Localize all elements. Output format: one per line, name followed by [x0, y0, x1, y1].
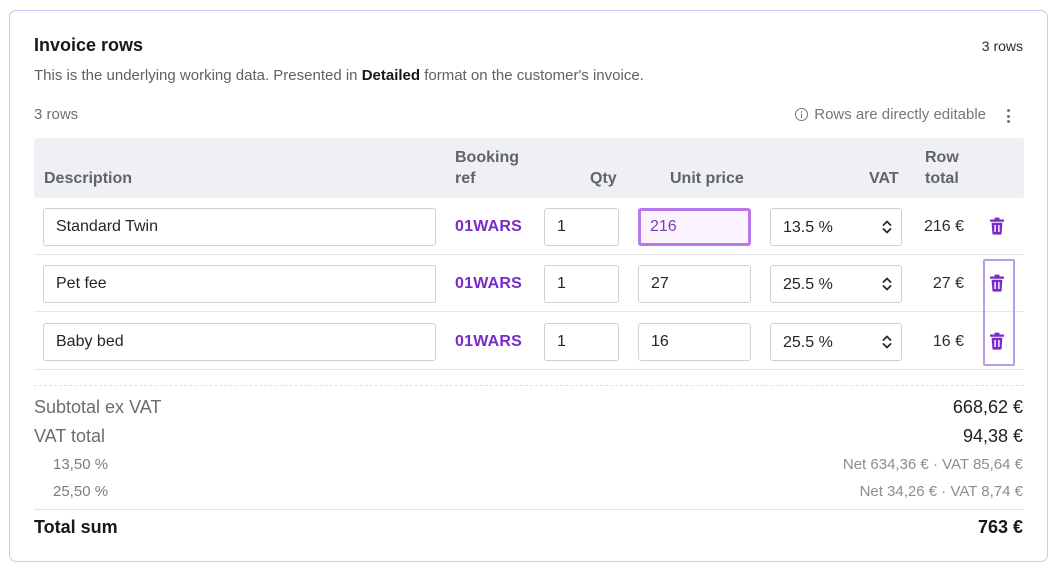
subtitle-text-before: This is the underlying working data. Pre…: [34, 67, 362, 84]
panel-title: Invoice rows: [34, 35, 144, 55]
summary-divider: [34, 385, 1024, 386]
chevron-updown-icon: [882, 220, 892, 234]
trash-icon[interactable]: [989, 274, 1005, 292]
vat-rate-label: 25,50 %: [53, 483, 109, 500]
unit-price-input[interactable]: [638, 323, 751, 361]
trash-icon[interactable]: [989, 217, 1005, 235]
row-total-value: 16 €: [932, 333, 964, 350]
vat-rate-detail: Net 634,36 € · VAT 85,64 €: [842, 456, 1023, 473]
description-input[interactable]: [43, 208, 436, 246]
vat-select[interactable]: 13.5 %: [770, 208, 902, 246]
vat-select-value: 25.5 %: [783, 334, 833, 351]
unit-price-input[interactable]: [638, 208, 751, 246]
vat-rate-label: 13,50 %: [53, 456, 109, 473]
vat-select[interactable]: 25.5 %: [770, 265, 902, 303]
vat-total-value: 94,38 €: [962, 426, 1023, 446]
description-input[interactable]: [43, 323, 436, 361]
editable-hint-text: Rows are directly editable: [814, 106, 986, 123]
header-description: Description: [44, 170, 133, 187]
qty-input[interactable]: [544, 265, 619, 303]
header-booking-ref-line1: Booking: [455, 149, 519, 166]
description-input[interactable]: [43, 265, 436, 303]
table-row: 01WARS 25.5 % 16 €: [34, 313, 1024, 370]
subtotal-value: 668,62 €: [952, 397, 1023, 417]
header-booking-ref: Booking ref: [455, 147, 519, 189]
info-icon: [795, 108, 809, 121]
subtitle-text-after: format on the customer's invoice.: [420, 67, 644, 84]
chevron-updown-icon: [882, 335, 892, 349]
header-vat: VAT: [869, 170, 899, 187]
total-sum-label: Total sum: [34, 517, 118, 537]
table-header: Description Booking ref Qty Unit price V…: [34, 138, 1024, 198]
vat-total-label: VAT total: [34, 426, 106, 446]
header-unit-price: Unit price: [670, 170, 744, 187]
vat-select[interactable]: 25.5 %: [770, 323, 902, 361]
booking-ref-link[interactable]: 01WARS: [455, 218, 522, 236]
subtitle-format-name: Detailed: [361, 67, 421, 84]
qty-input[interactable]: [544, 323, 619, 361]
vat-select-value: 25.5 %: [783, 276, 833, 293]
invoice-rows-panel: Invoice rows 3 rows This is the underlyi…: [9, 10, 1048, 562]
header-row-total: Row total: [925, 147, 959, 189]
total-sum-value: 763 €: [977, 517, 1023, 537]
panel-subtitle: This is the underlying working data. Pre…: [34, 67, 644, 84]
booking-ref-link[interactable]: 01WARS: [455, 333, 522, 351]
editable-hint: Rows are directly editable: [795, 106, 986, 123]
rows-count-label: 3 rows: [34, 106, 79, 123]
kebab-menu-icon[interactable]: [1002, 107, 1016, 125]
unit-price-input[interactable]: [638, 265, 751, 303]
header-row-total-line2: total: [925, 170, 959, 187]
header-booking-ref-line2: ref: [455, 170, 476, 187]
header-qty: Qty: [590, 170, 617, 187]
total-divider: [34, 509, 1024, 510]
chevron-updown-icon: [882, 277, 892, 291]
table-row: 01WARS 25.5 % 27 €: [34, 255, 1024, 312]
table-row: 01WARS 13.5 % 216 €: [34, 198, 1024, 255]
vat-select-value: 13.5 %: [783, 219, 833, 236]
header-row-total-line1: Row: [925, 149, 959, 166]
row-total-value: 216 €: [923, 218, 964, 235]
vat-rate-detail: Net 34,26 € · VAT 8,74 €: [859, 483, 1023, 500]
row-count-badge: 3 rows: [981, 38, 1023, 54]
qty-input[interactable]: [544, 208, 619, 246]
subtotal-label: Subtotal ex VAT: [34, 397, 162, 417]
row-total-value: 27 €: [932, 275, 964, 292]
trash-icon[interactable]: [989, 332, 1005, 350]
booking-ref-link[interactable]: 01WARS: [455, 275, 522, 293]
